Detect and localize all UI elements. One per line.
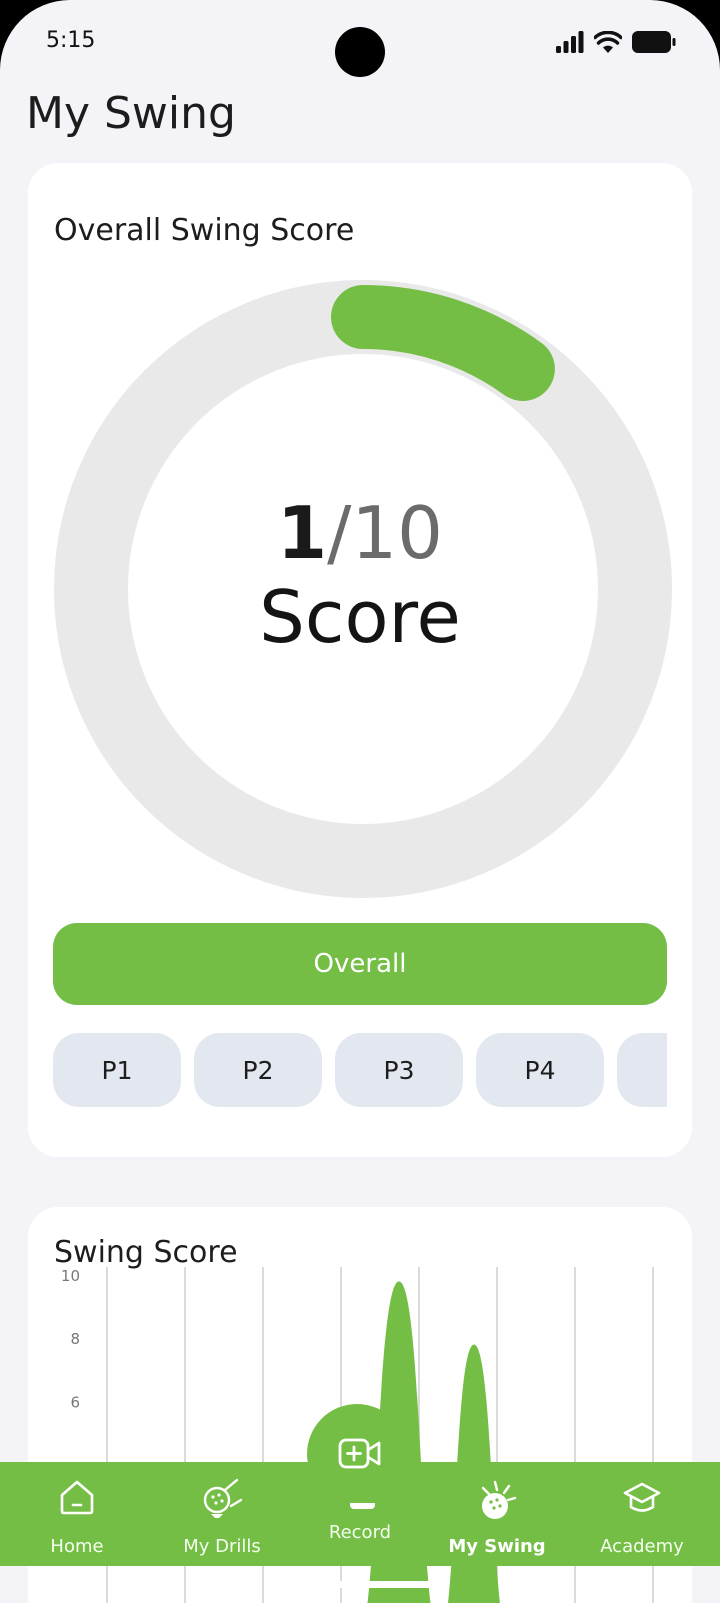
wifi-icon (594, 31, 622, 53)
home-indicator (273, 1581, 447, 1588)
y-tick-label: 8 (70, 1330, 80, 1348)
camera-cutout (335, 27, 385, 77)
record-indicator (350, 1503, 375, 1509)
status-icons (556, 28, 676, 56)
status-time: 5:15 (46, 28, 96, 53)
nav-item-my-drills[interactable]: My Drills (147, 1478, 297, 1557)
nav-label-record[interactable]: Record (300, 1522, 420, 1543)
nav-item-academy[interactable]: Academy (567, 1478, 717, 1557)
golf-swing-icon (481, 1480, 517, 1519)
phase-chip-p5[interactable] (617, 1033, 667, 1107)
phase-chip-p2[interactable]: P2 (194, 1033, 322, 1107)
score-label: Score (259, 575, 461, 659)
home-icon (60, 1480, 94, 1515)
y-tick-label: 10 (61, 1267, 80, 1285)
phase-chip-p4[interactable]: P4 (476, 1033, 604, 1107)
phase-chip-p1[interactable]: P1 (53, 1033, 181, 1107)
nav-label-home: Home (50, 1536, 104, 1557)
score-display: 1/10 (28, 493, 692, 573)
phase-chip-row[interactable]: P1 P2 P3 P4 (53, 1033, 667, 1107)
overall-score-card: Overall Swing Score 1/10 Score Overall P… (28, 163, 692, 1157)
nav-item-home[interactable]: Home (2, 1478, 152, 1557)
score-value: 1 (277, 491, 328, 575)
signal-icon (556, 31, 584, 53)
status-bar: 5:15 (0, 0, 720, 84)
screen: 5:15 My Swing Overall Swing Score 1/10 S… (0, 0, 720, 1603)
nav-item-my-swing[interactable]: My Swing (422, 1478, 572, 1557)
overall-button[interactable]: Overall (53, 923, 667, 1005)
graduation-cap-icon (623, 1482, 661, 1512)
overall-score-title: Overall Swing Score (54, 213, 355, 248)
record-video-icon (338, 1438, 381, 1469)
page-title: My Swing (26, 88, 236, 139)
score-denominator: /10 (327, 491, 443, 575)
nav-label-my-swing: My Swing (448, 1536, 546, 1557)
battery-icon (632, 31, 676, 53)
nav-label-academy: Academy (600, 1536, 684, 1557)
nav-label-my-drills: My Drills (183, 1536, 261, 1557)
golf-drills-icon (203, 1478, 243, 1518)
phase-chip-p3[interactable]: P3 (335, 1033, 463, 1107)
